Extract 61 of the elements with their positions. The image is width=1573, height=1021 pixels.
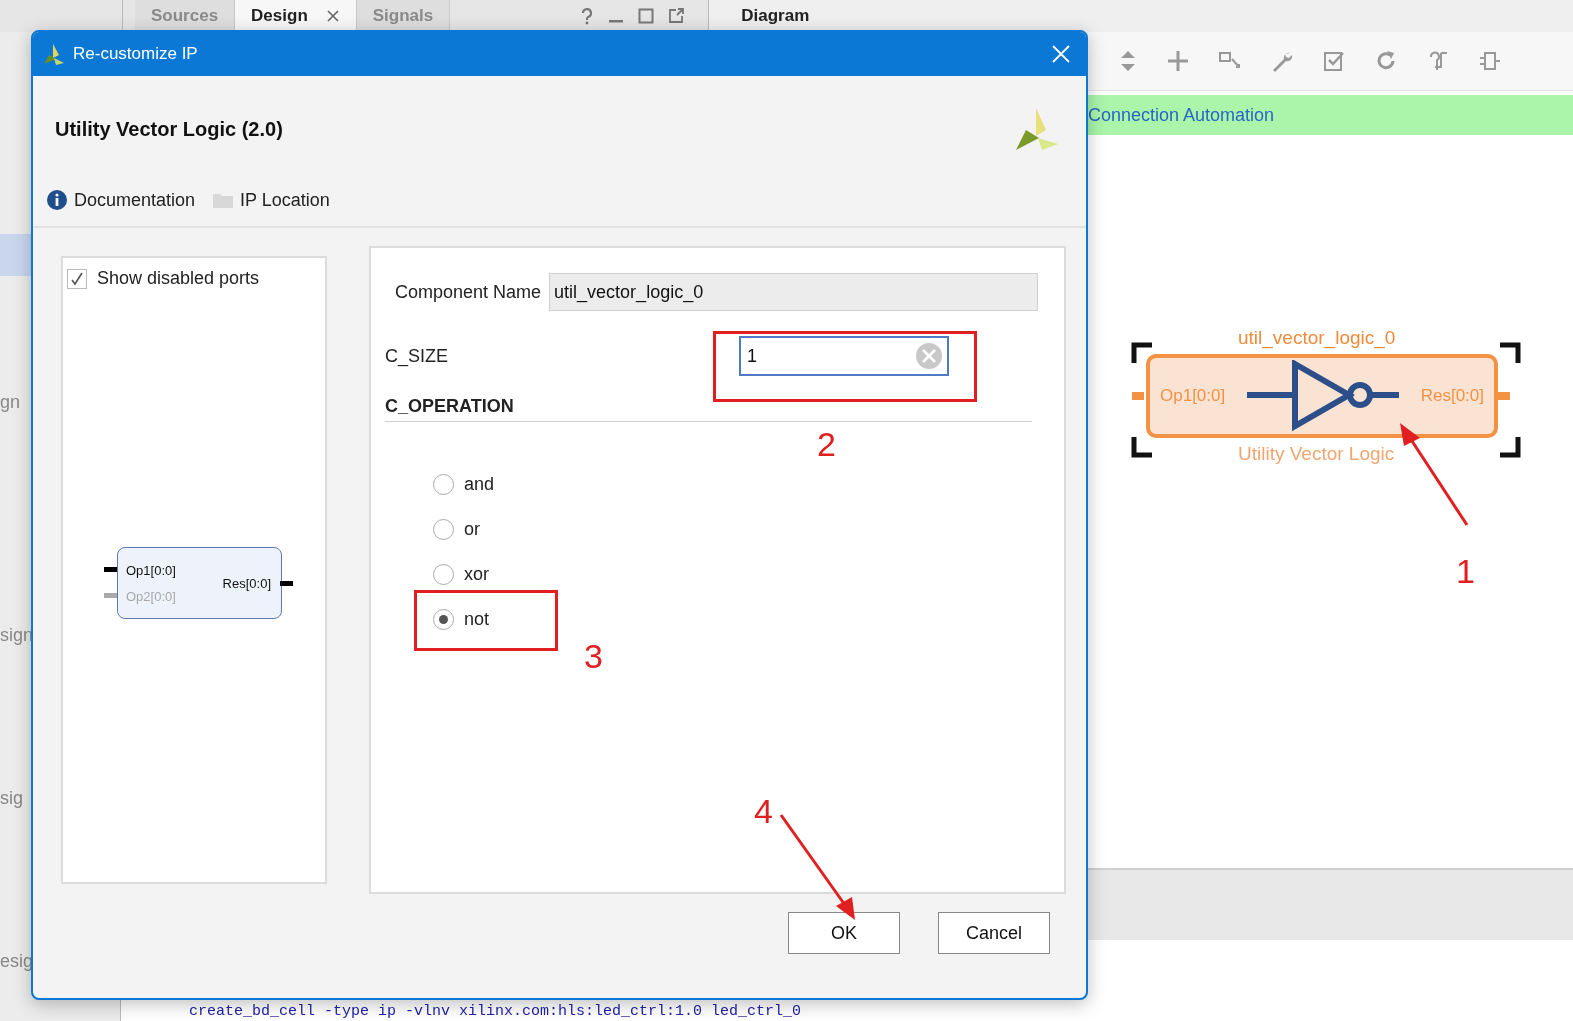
- dialog-title: Re-customize IP: [73, 44, 199, 64]
- size-field[interactable]: 1: [739, 336, 949, 376]
- logo-icon: [1014, 106, 1060, 152]
- cancel-button[interactable]: Cancel: [938, 912, 1050, 954]
- annotation-number: 4: [754, 792, 773, 831]
- port-pin: [1498, 392, 1510, 400]
- banner-link[interactable]: Connection Automation: [1088, 104, 1275, 126]
- radio-option[interactable]: xor: [433, 560, 489, 588]
- panel-tab[interactable]: Design: [235, 0, 357, 32]
- port-label: Op2[0:0]: [126, 589, 176, 604]
- checkbox[interactable]: [67, 268, 87, 289]
- port-label: Res[0:0]: [222, 575, 271, 591]
- panel-title: Diagram: [741, 6, 810, 26]
- ip-location-link[interactable]: IP Location: [213, 184, 330, 216]
- ok-button[interactable]: OK: [788, 912, 900, 954]
- radio-label[interactable]: xor: [464, 563, 489, 585]
- radio-button[interactable]: [433, 473, 454, 495]
- checkbox-label[interactable]: Show disabled ports: [97, 268, 260, 289]
- maximize-icon[interactable]: [638, 8, 655, 24]
- ip-name: Utility Vector Logic (2.0): [55, 117, 283, 141]
- component-name-field[interactable]: util_vector_logic_0: [549, 273, 1038, 311]
- port-label: Op1[0:0]: [126, 563, 176, 578]
- radio-option[interactable]: and: [433, 470, 495, 498]
- documentation-link[interactable]: Documentation: [47, 184, 196, 216]
- sidebar-text: gn: [0, 392, 21, 413]
- radio-label[interactable]: and: [464, 473, 495, 495]
- help-icon[interactable]: [580, 7, 595, 25]
- console-line: create_bd_cell -type ip -vlnv xilinx.com:hls:led_ctrl:1.0 led_ctrl_0: [189, 1003, 802, 1020]
- link-text[interactable]: IP Location: [240, 189, 330, 211]
- radio-label[interactable]: or: [464, 518, 480, 540]
- selection-highlight: [0, 234, 32, 276]
- annotation-number: 3: [584, 637, 603, 676]
- logo-icon: [43, 43, 65, 65]
- annotation-number: 1: [1456, 552, 1475, 591]
- radio-option[interactable]: not: [433, 605, 490, 633]
- block-type: Utility Vector Logic: [1238, 443, 1395, 465]
- port-pin: [1132, 392, 1144, 400]
- float-icon[interactable]: [668, 8, 685, 24]
- port-label: Res[0:0]: [1420, 386, 1484, 406]
- port-pin: [280, 581, 293, 586]
- close-icon[interactable]: [325, 9, 340, 23]
- radio-button[interactable]: [433, 608, 454, 630]
- field-label: C_SIZE: [385, 345, 450, 367]
- section-heading: C_OPERATION: [385, 396, 514, 416]
- field-label: Component Name: [394, 281, 542, 303]
- add-icon[interactable]: [1166, 49, 1190, 73]
- checkbox-icon[interactable]: [1322, 49, 1346, 73]
- port-label: Op1[0:0]: [1160, 386, 1226, 406]
- link-text[interactable]: Documentation: [74, 189, 196, 211]
- radio-button[interactable]: [433, 563, 454, 585]
- annotation-number: 2: [817, 425, 836, 464]
- info-icon: [47, 190, 67, 210]
- block-name: util_vector_logic_0: [1238, 327, 1396, 349]
- radio-label[interactable]: not: [464, 608, 490, 630]
- folder-icon: [213, 192, 234, 208]
- radio-option[interactable]: or: [433, 515, 480, 543]
- sidebar-text: sig: [0, 788, 23, 809]
- clear-icon[interactable]: [915, 342, 943, 370]
- inverter-icon: [1246, 360, 1399, 432]
- chip-icon[interactable]: [1478, 49, 1502, 73]
- radio-button[interactable]: [433, 518, 454, 540]
